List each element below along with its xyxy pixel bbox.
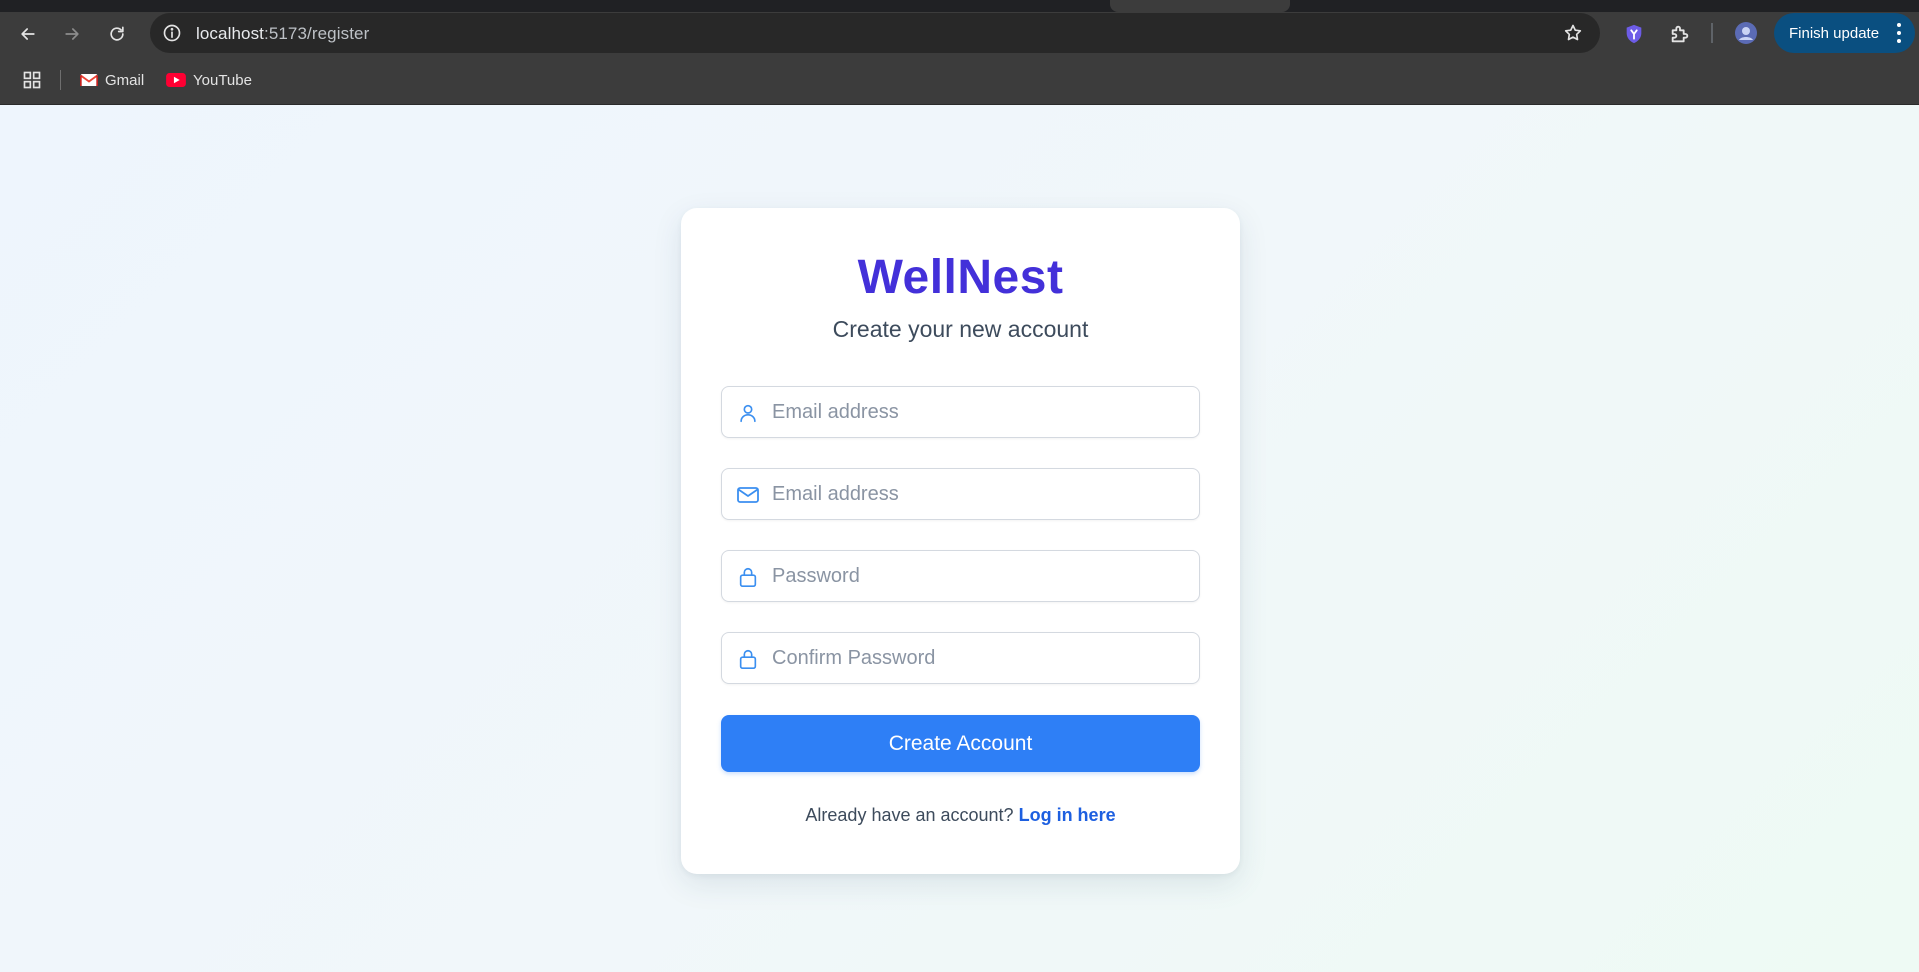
login-prompt-line: Already have an account? Log in here — [681, 805, 1240, 826]
finish-update-button[interactable]: Finish update — [1774, 13, 1915, 53]
username-input[interactable] — [772, 387, 1192, 437]
reload-icon — [110, 26, 124, 41]
browser-toolbar: localhost:5173/register — [0, 12, 1919, 54]
page-subtitle: Create your new account — [832, 316, 1089, 342]
login-link[interactable]: Log in here — [1019, 805, 1116, 825]
profile-avatar[interactable] — [1732, 19, 1760, 47]
extension-shield-icon[interactable] — [1620, 20, 1648, 48]
username-field[interactable] — [721, 386, 1200, 438]
lock-icon — [735, 564, 761, 590]
extensions-puzzle-icon[interactable] — [1666, 20, 1694, 48]
arrow-left-icon — [21, 28, 35, 40]
tab-strip — [0, 0, 1919, 12]
create-account-button[interactable]: Create Account — [721, 715, 1200, 772]
toolbar-divider — [1711, 23, 1713, 43]
bookmark-youtube[interactable]: YouTube — [166, 66, 252, 94]
forward-button[interactable] — [58, 20, 86, 48]
bookmark-youtube-label: YouTube — [193, 71, 252, 89]
bookmark-gmail[interactable]: Gmail — [80, 66, 144, 94]
login-prompt-text: Already have an account? — [805, 805, 1014, 825]
site-info-icon[interactable] — [160, 21, 184, 45]
url-path: :5173/register — [264, 24, 370, 43]
reload-button[interactable] — [103, 20, 131, 48]
page-viewport: WellNest Create your new account Email a… — [0, 105, 1919, 972]
lock-icon — [735, 646, 761, 672]
active-tab[interactable] — [1110, 0, 1290, 12]
password-input[interactable] — [772, 551, 1192, 601]
mail-icon — [735, 482, 761, 508]
bookmarks-separator — [60, 70, 61, 90]
gmail-icon — [80, 74, 98, 86]
bookmark-gmail-label: Gmail — [105, 71, 145, 89]
apps-grid-icon[interactable] — [20, 68, 44, 92]
kebab-menu-icon — [1897, 23, 1901, 43]
arrow-right-icon — [65, 28, 79, 40]
register-card: WellNest Create your new account Email a… — [681, 208, 1240, 874]
password-field[interactable] — [721, 550, 1200, 602]
bookmark-star-icon[interactable] — [1562, 22, 1584, 44]
url-host: localhost — [196, 24, 264, 43]
finish-update-label: Finish update — [1789, 24, 1880, 42]
user-icon — [735, 400, 761, 426]
bookmarks-bar: Gmail YouTube — [0, 54, 1919, 105]
confirm-password-field[interactable] — [721, 632, 1200, 684]
back-button[interactable] — [14, 20, 42, 48]
brand-title: WellNest — [857, 251, 1064, 304]
email-input[interactable] — [772, 469, 1192, 519]
confirm-password-input[interactable] — [772, 633, 1192, 683]
email-field[interactable] — [721, 468, 1200, 520]
address-bar[interactable]: localhost:5173/register — [150, 13, 1600, 53]
youtube-icon — [166, 73, 186, 87]
url-text[interactable]: localhost:5173/register — [196, 24, 369, 44]
